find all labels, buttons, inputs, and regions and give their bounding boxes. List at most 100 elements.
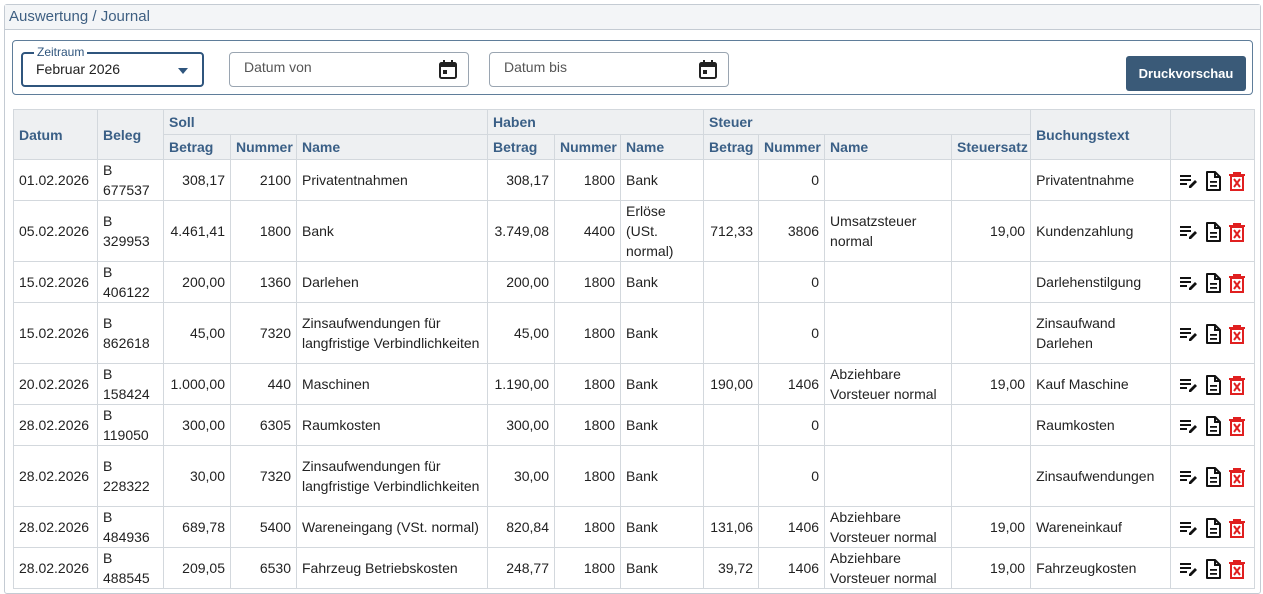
druckvorschau-button[interactable]: Druckvorschau	[1126, 56, 1246, 91]
zeitraum-select[interactable]: Zeitraum Februar 2026	[21, 45, 204, 87]
col-steuer-name[interactable]: Name	[824, 134, 953, 160]
haben-name-cell: Bank	[620, 547, 705, 589]
col-soll-nummer[interactable]: Nummer	[230, 134, 297, 160]
soll-nummer-cell: 1360	[230, 261, 297, 303]
haben-nummer-cell: 1800	[554, 547, 622, 589]
col-haben-betrag[interactable]: Betrag	[487, 134, 556, 160]
document-icon[interactable]	[1203, 517, 1223, 538]
row-actions	[1170, 200, 1256, 262]
col-haben-name[interactable]: Name	[620, 134, 705, 160]
edit-icon[interactable]	[1179, 222, 1199, 242]
delete-icon[interactable]	[1227, 324, 1247, 344]
edit-icon[interactable]	[1179, 171, 1199, 191]
document-icon[interactable]	[1203, 272, 1223, 293]
document-icon[interactable]	[1203, 415, 1223, 436]
col-beleg[interactable]: Beleg	[97, 109, 164, 160]
edit-icon[interactable]	[1179, 467, 1199, 487]
steuer-betrag-cell	[703, 404, 760, 446]
document-icon[interactable]	[1203, 374, 1223, 395]
edit-icon[interactable]	[1179, 559, 1199, 579]
edit-icon[interactable]	[1179, 375, 1199, 395]
col-haben-nummer[interactable]: Nummer	[554, 134, 622, 160]
delete-icon[interactable]	[1227, 273, 1247, 293]
steuer-betrag-cell: 712,33	[703, 200, 760, 262]
soll-betrag-cell: 45,00	[163, 302, 231, 364]
buchungstext-cell: Zinsaufwand Darlehen	[1030, 302, 1172, 364]
haben-nummer-cell: 1800	[554, 445, 622, 507]
table-row[interactable]: 28.02.2026 B 484936 689,78 5400 Wareneingang …	[13, 506, 1256, 548]
table-row[interactable]: 28.02.2026 B 488545 209,05 6530 Fahrzeug Betr…	[13, 547, 1256, 589]
delete-icon[interactable]	[1227, 222, 1247, 242]
delete-icon[interactable]	[1227, 467, 1247, 487]
table-row[interactable]: 15.02.2026 B 406122 200,00 1360 Darlehen 200,0…	[13, 261, 1256, 303]
buchungstext-cell: Zinsaufwendungen	[1030, 445, 1172, 507]
edit-icon[interactable]	[1179, 324, 1199, 344]
table-row[interactable]: 15.02.2026 B 862618 45,00 7320 Zinsaufwendung…	[13, 302, 1256, 364]
col-steuer-nummer[interactable]: Nummer	[758, 134, 826, 160]
delete-icon[interactable]	[1227, 416, 1247, 436]
calendar-icon[interactable]	[698, 59, 718, 80]
beleg-cell: B 484936	[97, 506, 164, 548]
page-title: Auswertung / Journal	[5, 5, 1260, 30]
col-buchungstext[interactable]: Buchungstext	[1030, 109, 1172, 160]
steuer-nummer-cell: 0	[758, 302, 826, 364]
steuersatz-cell	[951, 261, 1032, 303]
soll-name-cell: Privatentnahmen	[295, 159, 489, 201]
haben-name-cell: Bank	[620, 159, 705, 201]
calendar-icon[interactable]	[438, 59, 458, 80]
document-icon[interactable]	[1203, 221, 1223, 242]
edit-icon[interactable]	[1179, 273, 1199, 293]
soll-nummer-cell: 7320	[230, 302, 297, 364]
table-row[interactable]: 01.02.2026 B 677537 308,17 2100 Privatentnahm…	[13, 159, 1256, 201]
group-steuer: Steuer	[703, 109, 1032, 135]
beleg-number: 406122	[103, 284, 150, 300]
soll-nummer-cell: 7320	[230, 445, 297, 507]
delete-icon[interactable]	[1227, 559, 1247, 579]
soll-betrag-cell: 4.461,41	[163, 200, 231, 262]
col-steuer-betrag[interactable]: Betrag	[703, 134, 760, 160]
edit-icon[interactable]	[1179, 416, 1199, 436]
document-icon[interactable]	[1203, 170, 1223, 191]
steuer-nummer-cell: 0	[758, 404, 826, 446]
col-soll-name[interactable]: Name	[295, 134, 489, 160]
soll-name-cell: Maschinen	[295, 363, 489, 405]
datum-bis-field[interactable]: Datum bis	[489, 52, 729, 87]
table-row[interactable]: 05.02.2026 B 329953 4.461,41 1800 Bank 3.749,0…	[13, 200, 1256, 262]
datum-cell: 28.02.2026	[13, 506, 98, 548]
steuer-betrag-cell	[703, 159, 760, 201]
row-actions	[1170, 159, 1256, 201]
document-icon[interactable]	[1203, 558, 1223, 579]
haben-betrag-cell: 820,84	[487, 506, 556, 548]
steuer-name-cell: Abziehbare Vorsteuer normal	[824, 363, 953, 405]
soll-betrag-cell: 200,00	[163, 261, 231, 303]
steuer-name-cell	[824, 404, 953, 446]
steuer-nummer-cell: 1406	[758, 506, 826, 548]
beleg-cell: B 488545	[97, 547, 164, 589]
journal-panel: Auswertung / Journal Zeitraum Februar 20…	[4, 4, 1261, 594]
col-soll-betrag[interactable]: Betrag	[163, 134, 231, 160]
table-row[interactable]: 28.02.2026 B 119050 300,00 6305 Raumkosten 300…	[13, 404, 1256, 446]
datum-cell: 28.02.2026	[13, 404, 98, 446]
col-steuersatz[interactable]: Steuersatz	[951, 134, 1032, 160]
haben-name-cell: Bank	[620, 404, 705, 446]
beleg-cell: B 406122	[97, 261, 164, 303]
document-icon[interactable]	[1203, 323, 1223, 344]
table-row[interactable]: 28.02.2026 B 228322 30,00 7320 Zinsaufwendung…	[13, 445, 1256, 507]
chevron-down-icon[interactable]	[178, 68, 188, 74]
delete-icon[interactable]	[1227, 375, 1247, 395]
table-row[interactable]: 20.02.2026 B 158424 1.000,00 440 Maschinen 1.1…	[13, 363, 1256, 405]
group-haben: Haben	[487, 109, 705, 135]
soll-name-cell: Raumkosten	[295, 404, 489, 446]
document-icon[interactable]	[1203, 466, 1223, 487]
delete-icon[interactable]	[1227, 518, 1247, 538]
col-datum[interactable]: Datum	[13, 109, 98, 160]
edit-icon[interactable]	[1179, 518, 1199, 538]
haben-betrag-cell: 30,00	[487, 445, 556, 507]
beleg-prefix: B	[103, 213, 113, 229]
buchungstext-cell: Fahrzeugkosten	[1030, 547, 1172, 589]
delete-icon[interactable]	[1227, 171, 1247, 191]
steuersatz-cell	[951, 159, 1032, 201]
datum-von-field[interactable]: Datum von	[229, 52, 469, 87]
soll-betrag-cell: 1.000,00	[163, 363, 231, 405]
buchungstext-cell: Raumkosten	[1030, 404, 1172, 446]
